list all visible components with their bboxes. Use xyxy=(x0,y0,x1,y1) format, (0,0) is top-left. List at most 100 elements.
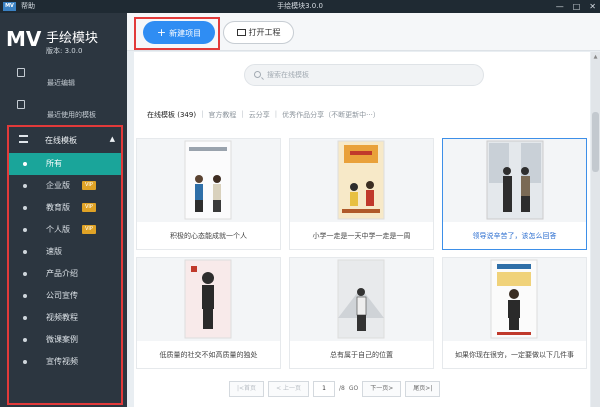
open-project-label: 打开工程 xyxy=(248,28,281,37)
tab-separator: | xyxy=(274,110,278,118)
tab-showcase[interactable]: 优秀作品分享（不断更新中···） xyxy=(282,110,380,120)
next-page-button[interactable]: 下一页> xyxy=(362,381,402,397)
category-label: 所有 xyxy=(46,159,62,168)
template-card[interactable]: 低质量的社交不如高质量的独处 xyxy=(136,257,281,369)
category-quick[interactable]: 速版 xyxy=(9,241,121,263)
category-all[interactable]: 所有 xyxy=(9,153,121,175)
scrollbar[interactable]: ▲ xyxy=(591,52,600,407)
category-label: 速版 xyxy=(46,247,62,256)
pagination: |<首页 < 上一页 1 /8 GO 下一页> 尾页>| xyxy=(229,381,441,397)
toolbar: + 新建项目 打开工程 xyxy=(127,13,600,51)
template-browser: 搜索在线模板 在线模板 (349) | 官方教程 | 云分享 | 优秀作品分享（… xyxy=(134,52,590,407)
template-card[interactable]: 如果你现在很穷，一定要做以下几件事 xyxy=(442,257,587,369)
list-icon xyxy=(19,135,28,143)
bullet-icon xyxy=(23,250,27,254)
template-card[interactable]: 积极的心态能成就一个人 xyxy=(136,138,281,250)
sidebar-item-label: 最近编辑 xyxy=(47,79,75,87)
vip-badge: VIP xyxy=(82,225,96,234)
category-label: 宣传视频 xyxy=(46,357,78,366)
template-icon xyxy=(17,100,25,109)
category-label: 产品介绍 xyxy=(46,269,78,278)
tab-separator: | xyxy=(201,110,204,118)
category-enterprise[interactable]: 企业版 VIP xyxy=(9,175,121,197)
category-education[interactable]: 教育版 VIP xyxy=(9,197,121,219)
category-company-promo[interactable]: 公司宣传 xyxy=(9,285,121,307)
category-promo-video[interactable]: 宣传视频 xyxy=(9,351,121,373)
page-number-input[interactable]: 1 xyxy=(313,381,335,397)
page-total: /8 xyxy=(339,385,345,392)
bullet-icon xyxy=(23,228,27,232)
category-micro-course[interactable]: 微课案例 xyxy=(9,329,121,351)
file-icon xyxy=(17,68,25,77)
scroll-up-icon[interactable]: ▲ xyxy=(592,54,599,60)
scrollbar-thumb[interactable] xyxy=(592,112,599,172)
bullet-icon xyxy=(23,338,27,342)
template-card[interactable]: 领导说辛苦了，该怎么回答 xyxy=(442,138,587,250)
template-title: 领导说辛苦了，该怎么回答 xyxy=(472,232,557,240)
close-icon[interactable]: ✕ xyxy=(589,1,596,12)
bullet-icon xyxy=(23,272,27,276)
chevron-up-icon: ▲ xyxy=(109,135,115,143)
app-version: 版本: 3.0.0 xyxy=(46,47,83,55)
search-input[interactable]: 搜索在线模板 xyxy=(244,64,484,86)
minimize-icon[interactable]: — xyxy=(556,1,564,12)
first-page-button[interactable]: |<首页 xyxy=(229,381,265,397)
category-label: 公司宣传 xyxy=(46,291,78,300)
template-title: 小学一走是一天中学一走是一周 xyxy=(312,232,411,240)
tab-separator: | xyxy=(241,110,244,118)
bullet-icon xyxy=(23,206,27,210)
template-thumbnail xyxy=(137,258,280,341)
bullet-icon xyxy=(23,184,27,188)
sidebar-item-online-templates[interactable]: 在线模板 ▲ xyxy=(9,131,121,149)
open-project-button[interactable]: 打开工程 xyxy=(223,21,294,44)
category-label: 企业版 xyxy=(46,181,70,190)
template-thumbnail xyxy=(443,139,586,222)
category-label: 视频教程 xyxy=(46,313,78,322)
tab-cloud-share[interactable]: 云分享 xyxy=(249,110,270,120)
category-label: 教育版 xyxy=(46,203,70,212)
template-card[interactable]: 小学一走是一天中学一走是一周 xyxy=(289,138,434,250)
sidebar-item-label: 最近使用的模板 xyxy=(47,111,96,119)
category-product-intro[interactable]: 产品介绍 xyxy=(9,263,121,285)
category-label: 微课案例 xyxy=(46,335,78,344)
title-bar: MV 帮助 手绘模块3.0.0 — □ ✕ xyxy=(0,0,600,13)
tab-online-templates[interactable]: 在线模板 (349) xyxy=(147,110,196,120)
bullet-icon xyxy=(23,360,27,364)
bullet-icon xyxy=(23,316,27,320)
window-controls: — □ ✕ xyxy=(556,1,596,12)
search-placeholder: 搜索在线模板 xyxy=(267,71,309,79)
sidebar-item-label: 在线模板 xyxy=(45,136,77,145)
online-templates-section: 在线模板 ▲ 所有 企业版 VIP 教育版 VIP 个人版 VIP 速版 产品介… xyxy=(7,125,123,405)
app-name: 手绘模块 xyxy=(46,31,99,46)
category-label: 个人版 xyxy=(46,225,70,234)
template-title: 积极的心态能成就一个人 xyxy=(170,232,247,240)
template-card[interactable]: 总有属于自己的位置 xyxy=(289,257,434,369)
prev-page-button[interactable]: < 上一页 xyxy=(268,381,309,397)
template-thumbnail xyxy=(443,258,586,341)
maximize-icon[interactable]: □ xyxy=(573,1,581,12)
last-page-button[interactable]: 尾页>| xyxy=(405,381,441,397)
go-button[interactable]: GO xyxy=(349,381,358,397)
template-tabs: 在线模板 (349) | 官方教程 | 云分享 | 优秀作品分享（不断更新中··… xyxy=(147,110,380,120)
new-project-button[interactable]: + 新建项目 xyxy=(143,21,215,44)
sidebar-item-recent-edit[interactable]: 最近编辑 xyxy=(0,64,127,92)
tab-official-tutorials[interactable]: 官方教程 xyxy=(208,110,236,120)
plus-icon: + xyxy=(156,26,167,39)
new-project-label: 新建项目 xyxy=(169,29,202,38)
window-title: 手绘模块3.0.0 xyxy=(277,2,323,10)
bullet-icon xyxy=(23,294,27,298)
category-personal[interactable]: 个人版 VIP xyxy=(9,219,121,241)
category-video-tutorial[interactable]: 视频教程 xyxy=(9,307,121,329)
vip-badge: VIP xyxy=(82,203,96,212)
template-title: 低质量的社交不如高质量的独处 xyxy=(159,351,258,359)
search-icon xyxy=(254,71,261,78)
sidebar-item-recent-templates[interactable]: 最近使用的模板 xyxy=(0,96,127,124)
template-thumbnail xyxy=(290,258,433,341)
sidebar: MV 手绘模块 版本: 3.0.0 最近编辑 最近使用的模板 在线模板 ▲ 所有… xyxy=(0,13,127,407)
folder-icon xyxy=(236,29,246,36)
template-thumbnail xyxy=(290,139,433,222)
template-title: 如果你现在很穷，一定要做以下几件事 xyxy=(455,351,574,359)
vip-badge: VIP xyxy=(82,181,96,190)
template-thumbnail xyxy=(137,139,280,222)
bullet-icon xyxy=(23,162,27,166)
